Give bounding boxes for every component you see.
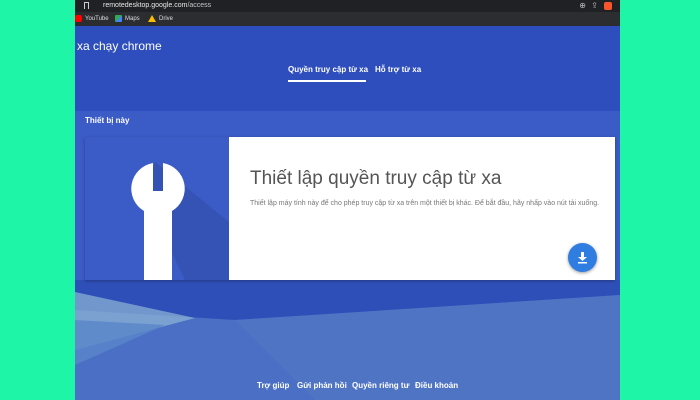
tab-remote-support[interactable]: Hỗ trợ từ xa: [375, 65, 421, 74]
maps-icon: [115, 15, 122, 22]
bookmark-label: Drive: [159, 15, 174, 22]
wrench-icon: [131, 162, 229, 280]
brave-shield-icon[interactable]: [604, 2, 612, 10]
youtube-icon: [75, 15, 82, 22]
zoom-icon[interactable]: ⊕: [579, 1, 586, 10]
tab-remote-access[interactable]: Quyền truy cập từ xa: [288, 65, 368, 74]
drive-icon: [148, 15, 156, 22]
background-decoration: [75, 280, 620, 400]
url-host: remotedesktop.google.com: [103, 2, 188, 9]
bookmark-icon[interactable]: [84, 2, 89, 9]
address-bar[interactable]: remotedesktop.google.com/access ⊕ ⇪: [75, 0, 620, 12]
bookmark-label: Maps: [125, 15, 140, 22]
url-path: /access: [187, 2, 212, 9]
share-icon[interactable]: ⇪: [591, 1, 598, 10]
setup-card: Thiết lập quyền truy cập từ xa Thiết lập…: [85, 137, 615, 280]
bookmark-label: YouTube: [85, 15, 109, 22]
bookmark-maps[interactable]: Maps: [115, 15, 140, 22]
card-description: Thiết lập máy tính này để cho phép truy …: [250, 200, 600, 207]
section-title: Thiết bị này: [85, 116, 130, 125]
download-icon: [578, 252, 587, 264]
footer-link-feedback[interactable]: Gửi phản hồi: [297, 381, 347, 390]
download-button[interactable]: [568, 243, 597, 272]
bookmark-drive[interactable]: Drive: [148, 15, 173, 22]
footer-link-help[interactable]: Trợ giúp: [257, 381, 289, 390]
browser-window: remotedesktop.google.com/access ⊕ ⇪ YouT…: [75, 0, 620, 400]
bookmarks-bar: YouTube Maps Drive: [75, 12, 620, 26]
footer-link-terms[interactable]: Điều khoản: [415, 381, 458, 390]
card-title: Thiết lập quyền truy cập từ xa: [250, 168, 502, 189]
footer-link-privacy[interactable]: Quyền riêng tư: [352, 381, 409, 390]
card-illustration: [85, 137, 229, 280]
app-title: xa chạy chrome: [77, 39, 162, 53]
url-text[interactable]: remotedesktop.google.com/access: [103, 2, 211, 9]
app-header: xa chạy chrome Quyền truy cập từ xa Hỗ t…: [75, 26, 620, 111]
active-tab-indicator: [288, 80, 366, 82]
bookmark-youtube[interactable]: YouTube: [75, 15, 109, 22]
